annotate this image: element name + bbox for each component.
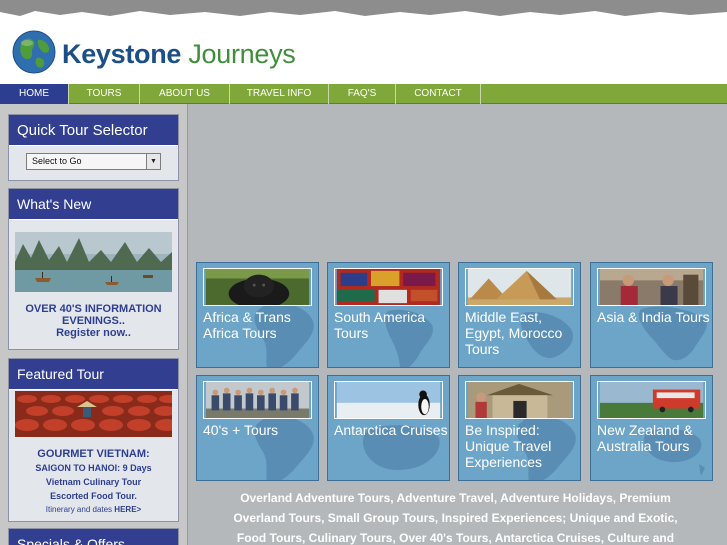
specials-panel: Specials & Offers — [8, 528, 179, 545]
featured-heading: GOURMET VIETNAM: — [37, 448, 150, 460]
specials-title: Specials & Offers — [9, 529, 178, 545]
featured-line1: SAIGON TO HANOI: 9 Days — [35, 463, 152, 473]
featured-link-prefix: Itinerary and dates — [45, 505, 113, 514]
penguin-photo — [334, 381, 443, 419]
gorilla-photo — [203, 268, 312, 306]
tour-card-south-america[interactable]: South America Tours — [327, 262, 450, 368]
featured-tour-text: GOURMET VIETNAM: SAIGON TO HANOI: 9 Days… — [9, 447, 178, 517]
tour-card-antarctica[interactable]: Antarctica Cruises — [327, 375, 450, 481]
tour-label-middle-east: Middle East, Egypt, Morocco Tours — [465, 309, 563, 357]
halong-bay-photo[interactable] — [15, 232, 172, 292]
quick-tour-title: Quick Tour Selector — [9, 115, 178, 146]
quick-tour-panel: Quick Tour Selector Select to Go ▼ — [8, 114, 179, 181]
nav-home[interactable]: HOME — [0, 84, 69, 104]
featured-line3: Escorted Food Tour. — [50, 491, 137, 501]
dropdown-arrow-icon[interactable]: ▼ — [146, 154, 160, 169]
tour-card-over-40s[interactable]: 40's + Tours — [196, 375, 319, 481]
whats-new-line3: Register now.. — [56, 327, 131, 339]
left-sidebar: Quick Tour Selector Select to Go ▼ What'… — [0, 104, 187, 545]
hut-photo — [465, 381, 574, 419]
tour-card-africa[interactable]: Africa & Trans Africa Tours — [196, 262, 319, 368]
tour-label-new-zealand: New Zealand & Australia Tours — [597, 422, 693, 454]
tour-label-africa: Africa & Trans Africa Tours — [203, 309, 291, 341]
featured-link-row: Itinerary and dates HERE> — [9, 503, 178, 517]
seo-line1: Overland Adventure Tours, Adventure Trav… — [240, 491, 671, 505]
whats-new-title: What's New — [9, 189, 178, 220]
seo-line2: Overland Tours, Small Group Tours, Inspi… — [233, 511, 678, 525]
tour-card-asia-india[interactable]: Asia & India Tours — [590, 262, 713, 368]
chili-drying-photo[interactable] — [15, 391, 172, 437]
site-header: Keystone Journeys — [0, 18, 727, 84]
brand-wordmark[interactable]: Keystone Journeys — [62, 39, 296, 70]
tour-card-new-zealand[interactable]: New Zealand & Australia Tours — [590, 375, 713, 481]
tour-label-be-inspired: Be Inspired: Unique Travel Experiences — [465, 422, 552, 470]
tour-select-value: Select to Go — [32, 156, 82, 166]
seo-line3: Food Tours, Culinary Tours, Over 40's To… — [236, 531, 675, 545]
featured-itinerary-link[interactable]: HERE> — [114, 505, 141, 514]
tour-card-be-inspired[interactable]: Be Inspired: Unique Travel Experiences — [458, 375, 581, 481]
brand-name-secondary: Journeys — [188, 39, 296, 69]
tour-label-south-america: South America Tours — [334, 309, 426, 341]
top-texture-strip — [0, 0, 727, 20]
nav-about-us[interactable]: ABOUT US — [140, 84, 230, 104]
asia-people-photo — [597, 268, 706, 306]
featured-line2: Vietnam Culinary Tour — [45, 477, 142, 487]
whats-new-text[interactable]: OVER 40'S INFORMATION EVENINGS.. Registe… — [9, 303, 178, 339]
whats-new-line1: OVER 40'S INFORMATION — [25, 303, 162, 315]
tour-select-dropdown[interactable]: Select to Go ▼ — [26, 153, 161, 170]
globe-logo-icon[interactable] — [12, 30, 56, 74]
tour-card-middle-east[interactable]: Middle East, Egypt, Morocco Tours — [458, 262, 581, 368]
bus-photo — [597, 381, 706, 419]
featured-tour-title: Featured Tour — [9, 359, 178, 390]
seo-keywords-text: Overland Adventure Tours, Adventure Trav… — [198, 488, 713, 545]
tour-label-over-40s: 40's + Tours — [203, 422, 279, 438]
brand-name-primary: Keystone — [62, 39, 182, 69]
nav-travel-info[interactable]: TRAVEL INFO — [230, 84, 329, 104]
textiles-photo — [334, 268, 443, 306]
tour-label-antarctica: Antarctica Cruises — [334, 422, 448, 438]
nav-contact[interactable]: CONTACT — [396, 84, 481, 104]
group-photo — [203, 381, 312, 419]
whats-new-line2: EVENINGS.. — [62, 315, 125, 327]
tour-label-asia-india: Asia & India Tours — [597, 309, 710, 325]
main-nav: HOME TOURS ABOUT US TRAVEL INFO FAQ'S CO… — [0, 84, 727, 104]
pyramids-photo — [465, 268, 574, 306]
whats-new-panel: What's New OVER 40'S INFORMATION EVENING… — [8, 188, 179, 350]
featured-tour-panel: Featured Tour GOURMET VIETNAM: SAIGON TO… — [8, 358, 179, 522]
nav-tours[interactable]: TOURS — [69, 84, 140, 104]
nav-faqs[interactable]: FAQ'S — [329, 84, 396, 104]
